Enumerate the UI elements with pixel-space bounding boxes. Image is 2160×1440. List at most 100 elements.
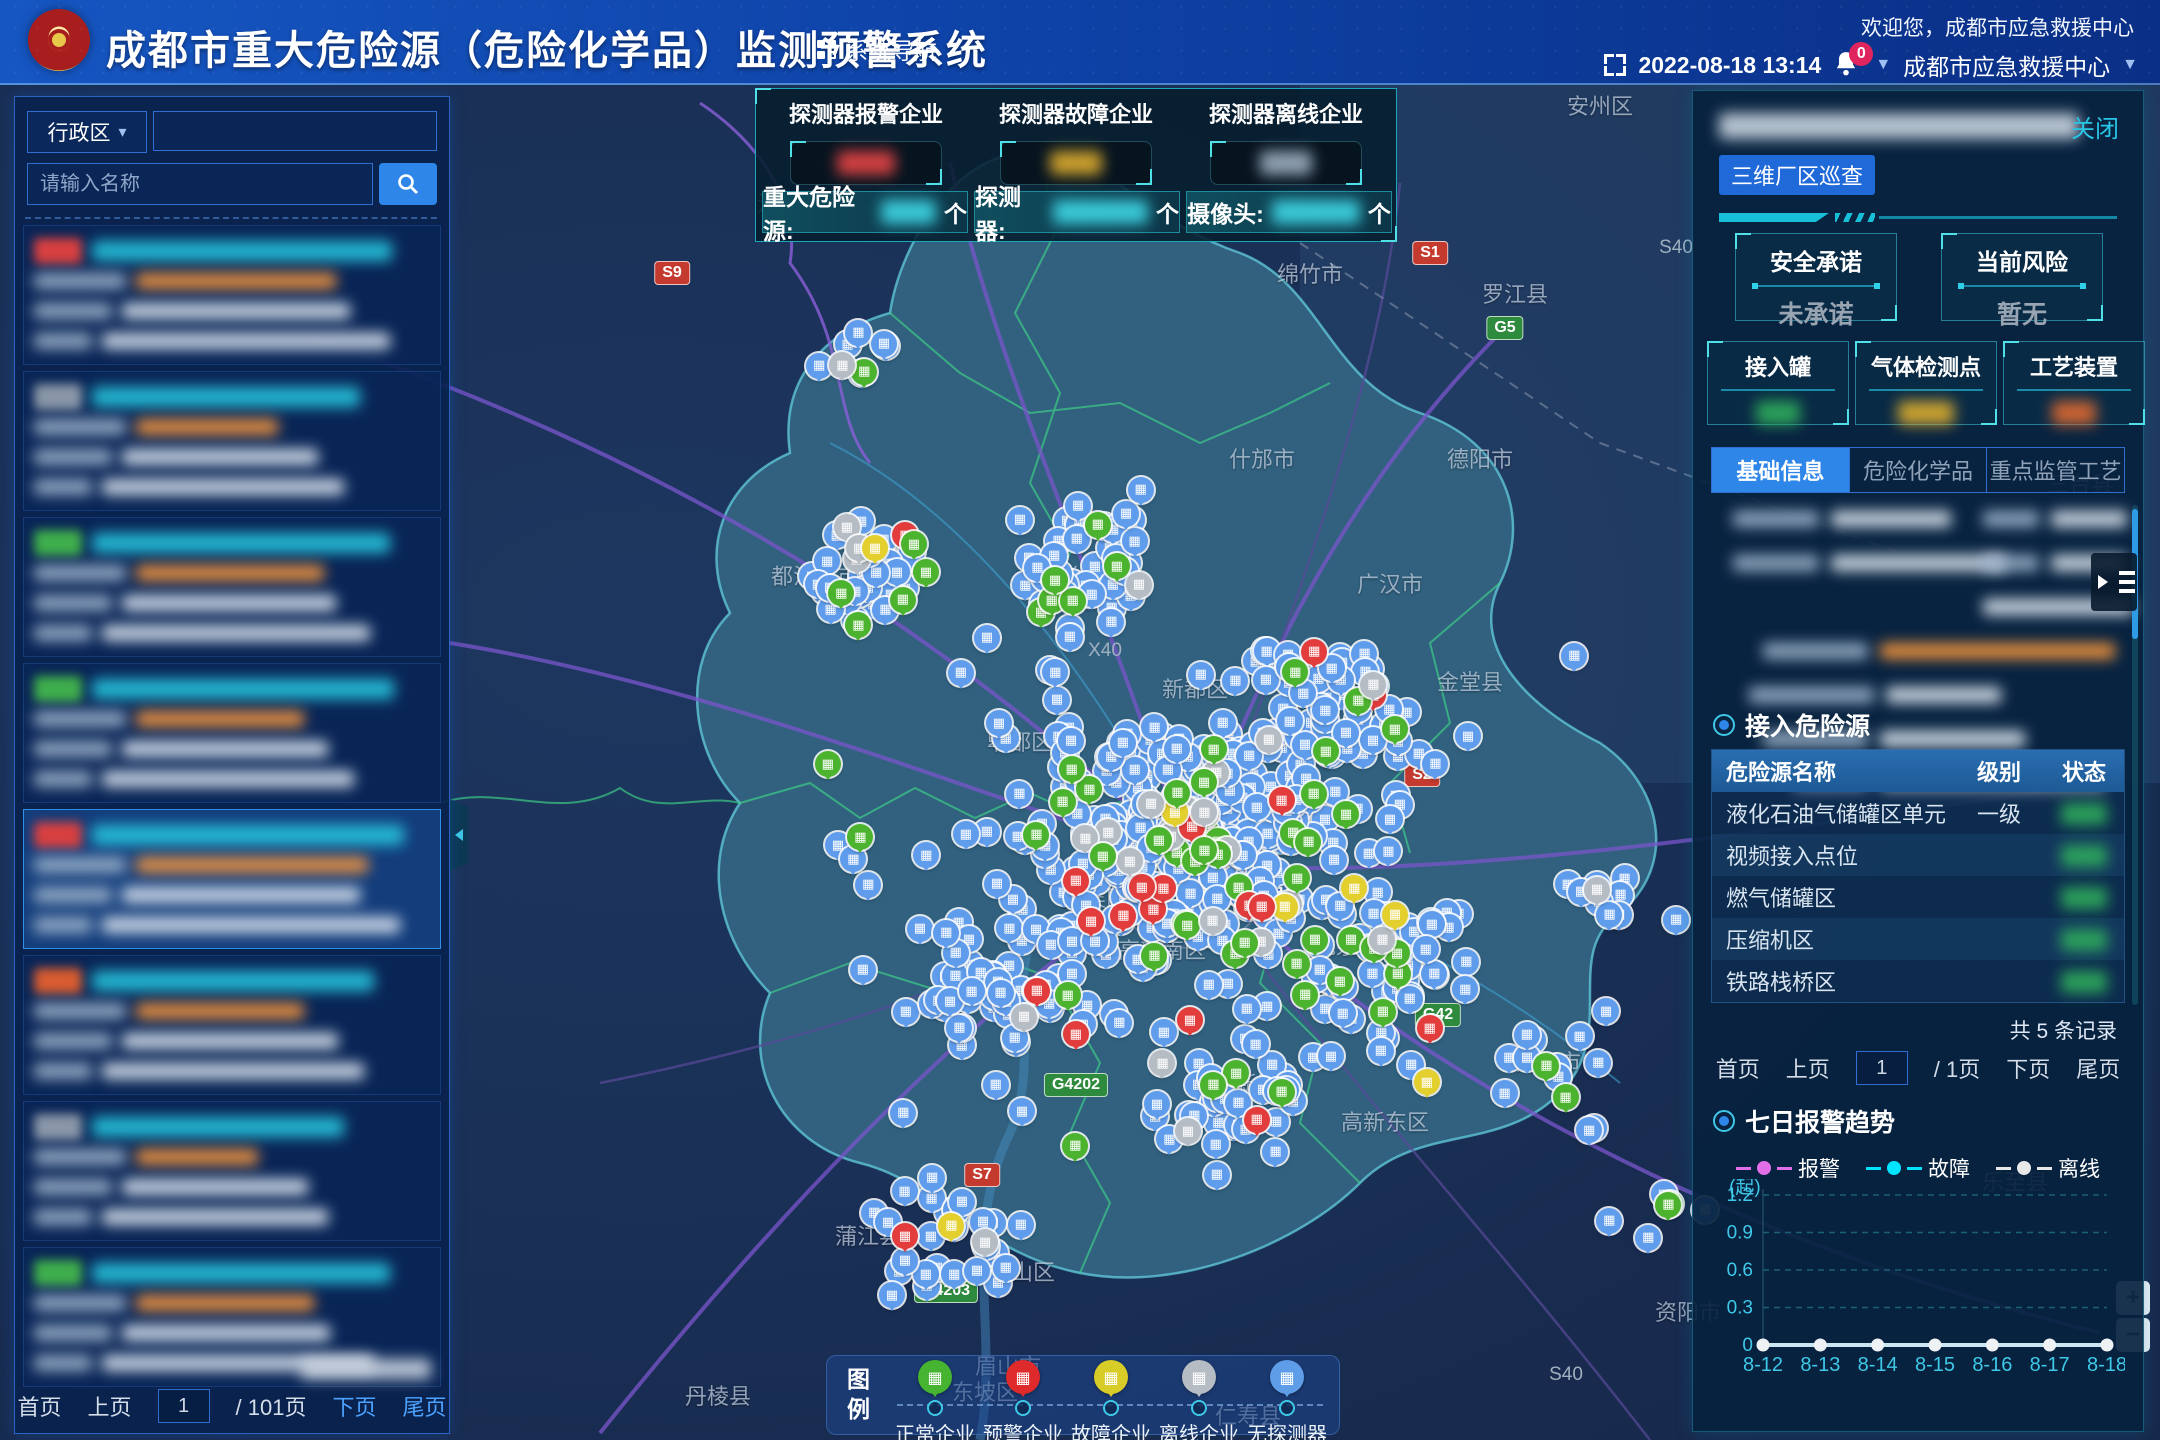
map-marker[interactable] bbox=[1414, 1069, 1440, 1095]
map-marker[interactable] bbox=[1138, 791, 1164, 817]
fullscreen-icon[interactable] bbox=[1604, 54, 1626, 76]
map-marker[interactable] bbox=[1567, 1023, 1593, 1049]
map-marker[interactable] bbox=[1333, 720, 1359, 746]
map-marker[interactable] bbox=[983, 1072, 1009, 1098]
company-list-item[interactable] bbox=[23, 517, 441, 657]
first-page-button[interactable]: 首页 bbox=[18, 1390, 62, 1422]
panel-expand-button[interactable] bbox=[2091, 553, 2137, 611]
tab-基础信息[interactable]: 基础信息 bbox=[1712, 448, 1850, 492]
first-page-button[interactable]: 首页 bbox=[1716, 1052, 1760, 1084]
map-marker[interactable] bbox=[1368, 1038, 1394, 1064]
map-marker[interactable] bbox=[948, 660, 974, 686]
map-marker[interactable] bbox=[1338, 927, 1364, 953]
next-page-button[interactable]: 下页 bbox=[332, 1390, 376, 1422]
chevron-down-icon[interactable]: ▼ bbox=[2122, 56, 2138, 74]
map-marker[interactable] bbox=[851, 359, 877, 385]
map-marker[interactable] bbox=[1008, 1212, 1034, 1238]
map-marker[interactable] bbox=[1058, 728, 1084, 754]
map-marker[interactable] bbox=[1222, 668, 1248, 694]
prev-page-button[interactable]: 上页 bbox=[1786, 1052, 1830, 1084]
map-marker[interactable] bbox=[1085, 512, 1111, 538]
map-marker[interactable] bbox=[1382, 716, 1408, 742]
map-marker[interactable] bbox=[1419, 911, 1445, 937]
map-marker[interactable] bbox=[1063, 1021, 1089, 1047]
nav-system-menu[interactable]: 系统导航 bbox=[817, 32, 937, 66]
map-marker[interactable] bbox=[1062, 1133, 1088, 1159]
company-list-item[interactable] bbox=[23, 1101, 441, 1241]
map-marker[interactable] bbox=[1318, 1043, 1344, 1069]
table-row[interactable]: 铁路栈桥区 bbox=[1712, 960, 2124, 1002]
map-marker[interactable] bbox=[1110, 730, 1136, 756]
map-marker[interactable] bbox=[1059, 928, 1085, 954]
map-marker[interactable] bbox=[1333, 801, 1359, 827]
last-page-button[interactable]: 尾页 bbox=[402, 1390, 446, 1422]
page-number-input[interactable] bbox=[1856, 1051, 1908, 1085]
company-list-item[interactable] bbox=[23, 809, 441, 949]
map-marker[interactable] bbox=[1413, 936, 1439, 962]
map-marker[interactable] bbox=[949, 1189, 975, 1215]
map-marker[interactable] bbox=[1284, 951, 1310, 977]
map-marker[interactable] bbox=[1011, 1004, 1037, 1030]
map-marker[interactable] bbox=[1057, 624, 1083, 650]
map-marker[interactable] bbox=[1164, 780, 1190, 806]
map-marker[interactable] bbox=[1313, 738, 1339, 764]
map-marker[interactable] bbox=[845, 320, 871, 346]
map-marker[interactable] bbox=[1269, 1079, 1295, 1105]
map-marker[interactable] bbox=[1024, 978, 1050, 1004]
close-panel-link[interactable]: 关闭 bbox=[2071, 109, 2119, 144]
map-marker[interactable] bbox=[806, 353, 832, 379]
map-marker[interactable] bbox=[1593, 998, 1619, 1024]
map-marker[interactable] bbox=[892, 1178, 918, 1204]
map-marker[interactable] bbox=[1244, 794, 1270, 820]
map-marker[interactable] bbox=[1128, 477, 1154, 503]
map-marker[interactable] bbox=[1050, 789, 1076, 815]
map-marker[interactable] bbox=[1007, 507, 1033, 533]
map-marker[interactable] bbox=[1191, 769, 1217, 795]
map-marker[interactable] bbox=[1321, 847, 1347, 873]
map-marker[interactable] bbox=[893, 999, 919, 1025]
map-marker[interactable] bbox=[1243, 1031, 1269, 1057]
map-marker[interactable] bbox=[1553, 1084, 1579, 1110]
map-marker[interactable] bbox=[1256, 727, 1282, 753]
map-marker[interactable] bbox=[1203, 1131, 1229, 1157]
map-marker[interactable] bbox=[919, 1165, 945, 1191]
map-marker[interactable] bbox=[1117, 848, 1143, 874]
map-marker[interactable] bbox=[1417, 1015, 1443, 1041]
map-marker[interactable] bbox=[1330, 1000, 1356, 1026]
map-marker[interactable] bbox=[933, 920, 959, 946]
map-marker[interactable] bbox=[1063, 868, 1089, 894]
map-marker[interactable] bbox=[1110, 903, 1136, 929]
map-marker[interactable] bbox=[1292, 982, 1318, 1008]
map-marker[interactable] bbox=[1210, 710, 1236, 736]
map-marker[interactable] bbox=[1272, 894, 1298, 920]
search-input[interactable] bbox=[27, 163, 373, 205]
map-marker[interactable] bbox=[1269, 787, 1295, 813]
map-marker[interactable] bbox=[1065, 493, 1091, 519]
tab-危险化学品[interactable]: 危险化学品 bbox=[1850, 448, 1988, 492]
map-marker[interactable] bbox=[1382, 902, 1408, 928]
map-marker[interactable] bbox=[890, 587, 916, 613]
map-marker[interactable] bbox=[984, 871, 1010, 897]
map-marker[interactable] bbox=[862, 535, 888, 561]
map-marker[interactable] bbox=[986, 710, 1012, 736]
region-filter-select[interactable]: 行政区 ▾ bbox=[27, 111, 147, 153]
company-list-item[interactable] bbox=[23, 955, 441, 1095]
org-account[interactable]: 成都市应急救援中心 bbox=[1903, 48, 2110, 82]
map-marker[interactable] bbox=[938, 1213, 964, 1239]
map-marker[interactable] bbox=[1253, 667, 1279, 693]
map-marker[interactable] bbox=[1301, 639, 1327, 665]
map-marker[interactable] bbox=[1244, 1107, 1270, 1133]
map-marker[interactable] bbox=[974, 625, 1000, 651]
last-page-button[interactable]: 尾页 bbox=[2076, 1052, 2120, 1084]
sidebar-collapse-handle[interactable] bbox=[448, 798, 468, 872]
map-marker[interactable] bbox=[1200, 1072, 1226, 1098]
map-marker[interactable] bbox=[1104, 553, 1130, 579]
prev-page-button[interactable]: 上页 bbox=[88, 1390, 132, 1422]
map-marker[interactable] bbox=[907, 916, 933, 942]
map-marker[interactable] bbox=[1492, 1080, 1518, 1106]
region-value-input[interactable] bbox=[153, 111, 437, 151]
company-list-item[interactable] bbox=[23, 663, 441, 803]
table-row[interactable]: 液化石油气储罐区单元一级 bbox=[1712, 792, 2124, 834]
search-button[interactable] bbox=[379, 163, 437, 205]
map-marker[interactable] bbox=[871, 331, 897, 357]
